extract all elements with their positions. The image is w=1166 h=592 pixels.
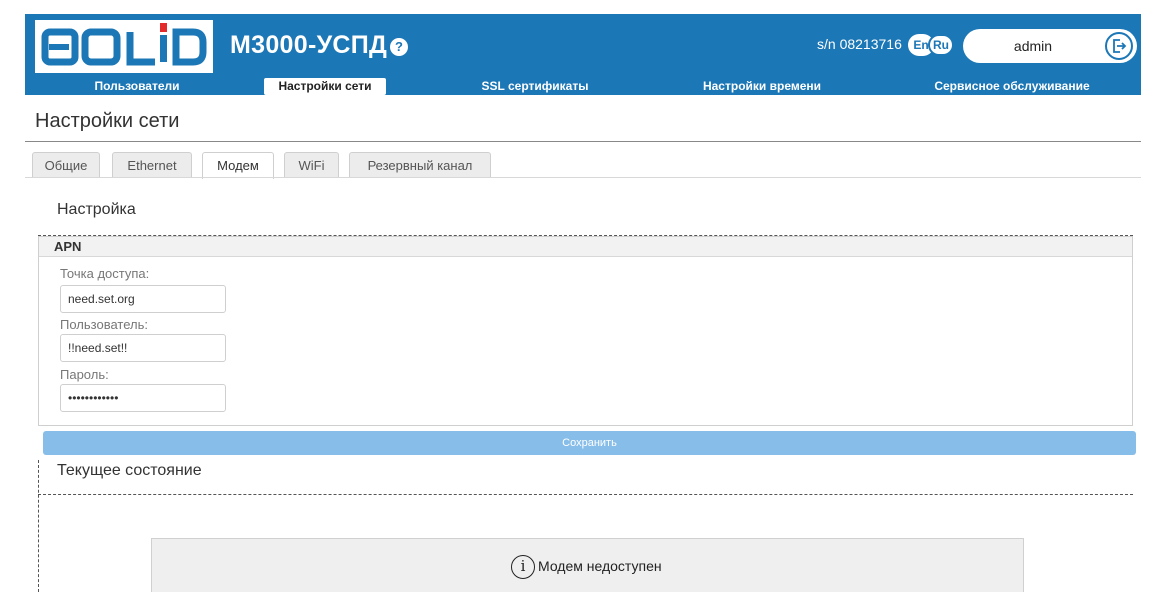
tab-ethernet[interactable]: Ethernet (112, 152, 192, 178)
nav-item-ssl-certificates[interactable]: SSL сертификаты (465, 78, 605, 95)
apn-header: APN (39, 237, 1132, 257)
apn-fieldset: APN Точка доступа: need.set.org Пользова… (38, 236, 1133, 426)
help-icon[interactable]: ? (390, 38, 408, 56)
tab-modem[interactable]: Модем (202, 152, 274, 179)
user-label: Пользователь: (60, 317, 148, 332)
settings-section-title: Настройка (57, 201, 136, 218)
logout-icon[interactable] (1105, 32, 1133, 60)
page-title: Настройки сети (35, 110, 180, 132)
nav-item-users[interactable]: Пользователи (77, 78, 197, 95)
access-point-label: Точка доступа: (60, 266, 150, 281)
apn-dashed-border (38, 235, 1133, 236)
modem-status-message: Модем недоступен (538, 558, 662, 574)
status-divider (38, 494, 1133, 495)
password-label: Пароль: (60, 367, 109, 382)
main-nav: Пользователи Настройки сети SSL сертифик… (25, 77, 1141, 95)
info-icon: i (511, 555, 535, 579)
status-section-title: Текущее состояние (57, 462, 202, 479)
tab-general[interactable]: Общие (32, 152, 100, 178)
lang-ru-button[interactable]: Ru (928, 34, 954, 56)
password-input[interactable]: •••••••••••• (60, 384, 226, 412)
nav-item-time-settings[interactable]: Настройки времени (687, 78, 837, 95)
bolid-logo (35, 20, 213, 73)
user-box: admin (963, 29, 1137, 63)
tab-wifi[interactable]: WiFi (284, 152, 339, 178)
tabs-divider (25, 177, 1141, 178)
nav-item-service[interactable]: Сервисное обслуживание (917, 78, 1107, 95)
tab-backup-channel[interactable]: Резервный канал (349, 152, 491, 178)
username: admin (1013, 38, 1053, 54)
apn-title: APN (54, 239, 82, 254)
app-title: М3000-УСПД (230, 31, 388, 59)
app-header: М3000-УСПД ? s/n 08213716 En Ru admin По… (25, 14, 1141, 95)
save-button[interactable]: Сохранить (43, 431, 1136, 455)
title-divider (25, 141, 1141, 142)
access-point-input[interactable]: need.set.org (60, 285, 226, 313)
modem-status-alert: i Модем недоступен (151, 538, 1024, 592)
nav-item-network-settings[interactable]: Настройки сети (264, 78, 386, 95)
user-input[interactable]: !!need.set!! (60, 334, 226, 362)
serial-number: s/n 08213716 (817, 36, 902, 52)
status-dashed-border (38, 460, 39, 592)
